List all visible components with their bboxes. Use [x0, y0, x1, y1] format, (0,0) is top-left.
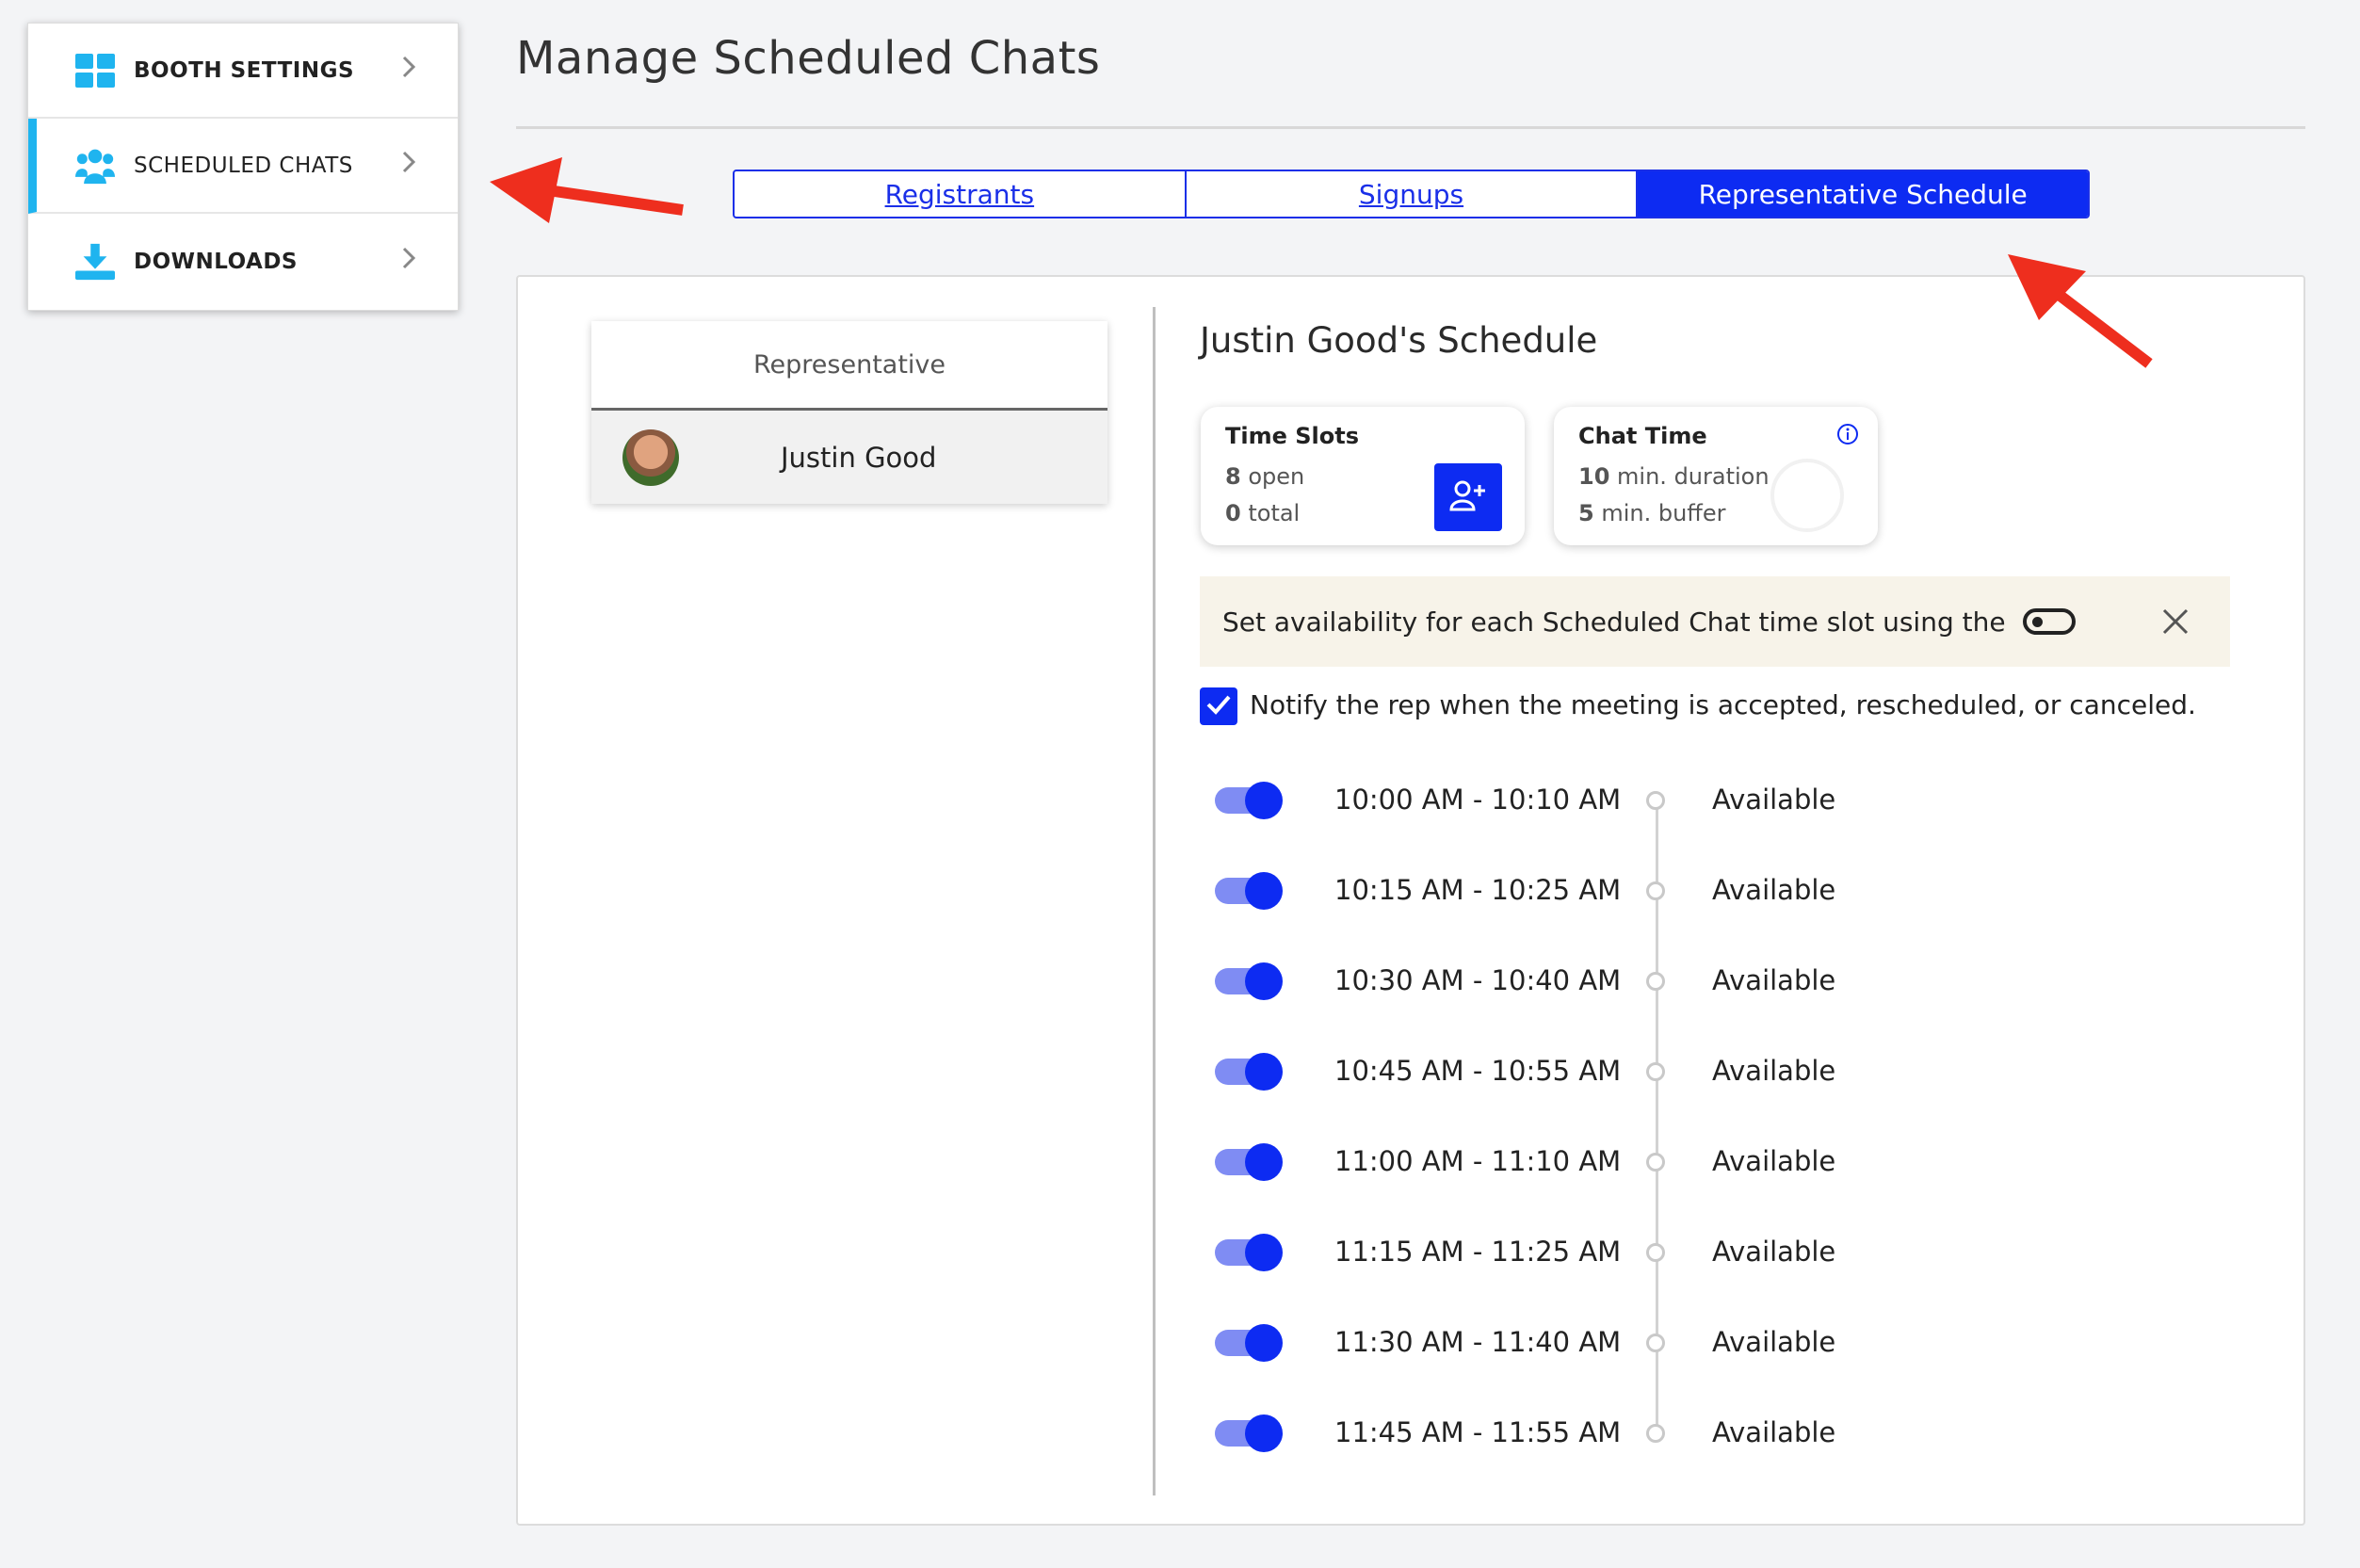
timeline-dot [1646, 972, 1665, 991]
slot-time: 10:30 AM - 10:40 AM [1334, 964, 1622, 996]
annotation-arrow-icon [490, 157, 684, 223]
grid-icon [75, 51, 115, 90]
timeline-dot [1646, 791, 1665, 810]
timeline-dot [1646, 1153, 1665, 1172]
availability-toggle[interactable] [1215, 1414, 1283, 1452]
open-count: 8 [1225, 463, 1241, 490]
tab-bar: Registrants Signups Representative Sched… [733, 170, 2090, 218]
timeline-dot [1646, 1334, 1665, 1352]
availability-toggle[interactable] [1215, 1053, 1283, 1091]
representative-name: Justin Good [781, 441, 937, 474]
availability-toggle[interactable] [1215, 1324, 1283, 1362]
tab-signups[interactable]: Signups [1184, 171, 1637, 217]
users-icon [75, 146, 115, 186]
chat-duration: 10 min. duration [1578, 463, 1770, 490]
slot-status: Available [1712, 1145, 1836, 1177]
availability-toggle[interactable] [1215, 872, 1283, 910]
banner-text: Set availability for each Scheduled Chat… [1222, 606, 2006, 638]
representative-table: Representative Justin Good [591, 321, 1107, 504]
buffer-label: min. buffer [1601, 500, 1726, 526]
time-slot-row: 11:00 AM - 11:10 AM Available [1215, 1134, 2157, 1190]
notify-checkbox[interactable] [1200, 687, 1237, 725]
open-slots: 8 open [1225, 463, 1304, 490]
slot-status: Available [1712, 784, 1836, 816]
duration-label: min. duration [1617, 463, 1770, 490]
table-row[interactable]: Justin Good [591, 411, 1107, 504]
slot-time: 10:00 AM - 10:10 AM [1334, 784, 1622, 816]
slot-time: 10:45 AM - 10:55 AM [1334, 1055, 1622, 1087]
page-title: Manage Scheduled Chats [516, 32, 1101, 85]
time-slot-row: 11:15 AM - 11:25 AM Available [1215, 1224, 2157, 1281]
time-slot-row: 10:45 AM - 10:55 AM Available [1215, 1043, 2157, 1100]
chevron-right-icon [401, 54, 420, 87]
stopwatch-icon [1770, 459, 1844, 532]
tab-representative-schedule[interactable]: Representative Schedule [1636, 171, 2088, 217]
table-header: Representative [591, 321, 1107, 411]
checkmark-icon [1205, 693, 1232, 719]
duration-value: 10 [1578, 463, 1610, 490]
sidebar-item-booth-settings[interactable]: BOOTH SETTINGS [28, 24, 458, 119]
info-icon[interactable] [1836, 423, 1859, 445]
availability-toggle[interactable] [1215, 962, 1283, 1000]
slot-status: Available [1712, 1416, 1836, 1448]
chat-time-card: Chat Time 10 min. duration 5 min. buffer [1554, 407, 1878, 545]
slot-time: 10:15 AM - 10:25 AM [1334, 874, 1622, 906]
sidebar-item-downloads[interactable]: DOWNLOADS [28, 214, 458, 309]
chat-buffer: 5 min. buffer [1578, 500, 1725, 526]
timeline-dot [1646, 1424, 1665, 1443]
schedule-title: Justin Good's Schedule [1200, 320, 1598, 361]
sidebar-item-label: DOWNLOADS [134, 249, 298, 274]
total-count: 0 [1225, 500, 1241, 526]
time-slot-row: 10:30 AM - 10:40 AM Available [1215, 953, 2157, 1010]
divider [516, 126, 2305, 129]
card-title: Time Slots [1225, 423, 1359, 449]
sidebar-nav: BOOTH SETTINGS SCHEDULED CHATS DOWNLOADS [27, 23, 459, 311]
open-label: open [1248, 463, 1305, 490]
slot-time: 11:00 AM - 11:10 AM [1334, 1145, 1622, 1177]
total-label: total [1248, 500, 1301, 526]
time-slot-row: 10:00 AM - 10:10 AM Available [1215, 772, 2157, 829]
slot-status: Available [1712, 1326, 1836, 1358]
add-user-icon [1449, 479, 1487, 515]
slot-status: Available [1712, 964, 1836, 996]
slot-time: 11:45 AM - 11:55 AM [1334, 1416, 1622, 1448]
card-title: Chat Time [1578, 423, 1707, 449]
timeline-dot [1646, 881, 1665, 900]
avatar [622, 428, 679, 486]
notify-label: Notify the rep when the meeting is accep… [1250, 689, 2196, 720]
info-banner: Set availability for each Scheduled Chat… [1200, 576, 2230, 667]
availability-toggle[interactable] [1215, 1234, 1283, 1271]
buffer-value: 5 [1578, 500, 1594, 526]
slot-status: Available [1712, 1236, 1836, 1268]
time-slot-row: 11:45 AM - 11:55 AM Available [1215, 1405, 2157, 1462]
time-slot-row: 10:15 AM - 10:25 AM Available [1215, 863, 2157, 919]
time-slots-card: Time Slots 8 open 0 total [1201, 407, 1525, 545]
toggle-icon [2022, 608, 2076, 635]
chevron-right-icon [401, 149, 420, 182]
download-icon [75, 242, 115, 282]
annotation-arrow-icon [2008, 254, 2153, 368]
total-slots: 0 total [1225, 500, 1300, 526]
close-icon[interactable] [2158, 605, 2192, 639]
chevron-right-icon [401, 245, 420, 278]
slot-status: Available [1712, 1055, 1836, 1087]
timeline-dot [1646, 1243, 1665, 1262]
timeline-dot [1646, 1062, 1665, 1081]
sidebar-item-label: BOOTH SETTINGS [134, 57, 355, 83]
slot-time: 11:15 AM - 11:25 AM [1334, 1236, 1622, 1268]
availability-toggle[interactable] [1215, 782, 1283, 819]
time-slot-row: 11:30 AM - 11:40 AM Available [1215, 1315, 2157, 1371]
availability-toggle[interactable] [1215, 1143, 1283, 1181]
slot-status: Available [1712, 874, 1836, 906]
add-user-button[interactable] [1434, 463, 1502, 531]
sidebar-item-scheduled-chats[interactable]: SCHEDULED CHATS [28, 119, 458, 214]
slot-time: 11:30 AM - 11:40 AM [1334, 1326, 1622, 1358]
sidebar-item-label: SCHEDULED CHATS [134, 153, 353, 178]
tab-registrants[interactable]: Registrants [735, 171, 1185, 217]
divider [1153, 307, 1156, 1495]
